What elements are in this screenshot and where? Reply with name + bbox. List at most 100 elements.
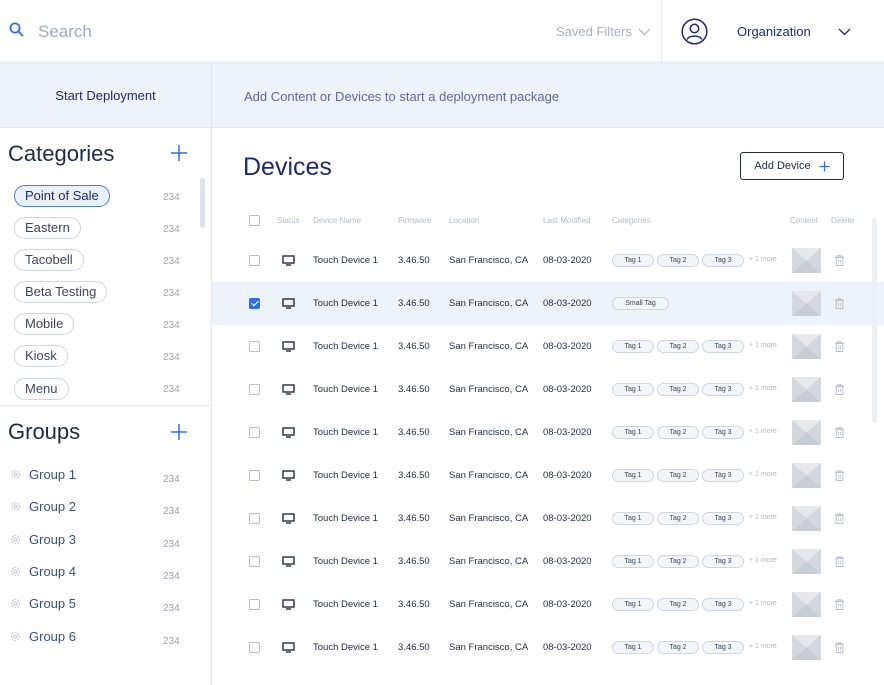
- table-row[interactable]: Touch Device 1 3.46.50 San Francisco, CA 08…: [212, 497, 884, 540]
- column-status[interactable]: Status: [277, 216, 300, 225]
- more-tags-link[interactable]: + 1 more: [749, 643, 777, 650]
- table-row[interactable]: Touch Device 1 3.46.50 San Francisco, CA 08…: [212, 282, 884, 325]
- trash-icon[interactable]: [835, 255, 844, 266]
- row-checkbox[interactable]: [249, 384, 260, 395]
- category-tag[interactable]: Tag 2: [657, 426, 699, 439]
- trash-icon[interactable]: [835, 384, 844, 395]
- user-avatar-icon[interactable]: [681, 18, 708, 45]
- group-item[interactable]: Group 3: [10, 532, 76, 547]
- add-group-plus-icon[interactable]: [169, 422, 189, 442]
- more-tags-link[interactable]: + 1 more: [749, 514, 777, 521]
- row-checkbox[interactable]: [249, 470, 260, 481]
- more-tags-link[interactable]: + 1 more: [749, 557, 777, 564]
- content-thumbnail-icon[interactable]: [792, 248, 821, 273]
- trash-icon[interactable]: [835, 470, 844, 481]
- category-tag[interactable]: Tag 3: [702, 383, 744, 396]
- row-checkbox[interactable]: [249, 642, 260, 653]
- organization-selector[interactable]: Organization: [737, 24, 811, 39]
- add-device-button[interactable]: Add Device: [740, 152, 844, 180]
- category-eastern[interactable]: Eastern: [14, 217, 81, 239]
- group-item[interactable]: Group 2: [10, 499, 76, 514]
- category-tag[interactable]: Tag 1: [612, 426, 654, 439]
- more-tags-link[interactable]: + 1 more: [749, 471, 777, 478]
- search-icon[interactable]: [9, 22, 24, 37]
- group-item[interactable]: Group 1: [10, 467, 76, 482]
- category-tag[interactable]: Tag 2: [657, 641, 699, 654]
- table-row[interactable]: Touch Device 1 3.46.50 San Francisco, CA 08…: [212, 583, 884, 626]
- group-item[interactable]: Group 4: [10, 564, 76, 579]
- more-tags-link[interactable]: + 1 more: [749, 385, 777, 392]
- category-beta-testing[interactable]: Beta Testing: [14, 281, 108, 303]
- content-thumbnail-icon[interactable]: [792, 420, 821, 445]
- category-tag[interactable]: Tag 1: [612, 469, 654, 482]
- more-tags-link[interactable]: + 1 more: [749, 342, 777, 349]
- row-checkbox[interactable]: [249, 556, 260, 567]
- search-input[interactable]: [38, 20, 338, 44]
- category-tag[interactable]: Tag 2: [657, 555, 699, 568]
- trash-icon[interactable]: [835, 513, 844, 524]
- category-tag[interactable]: Tag 1: [612, 383, 654, 396]
- add-category-plus-icon[interactable]: [169, 143, 189, 163]
- group-item[interactable]: Group 5: [10, 596, 76, 611]
- category-tag[interactable]: Tag 2: [657, 340, 699, 353]
- table-row[interactable]: Touch Device 1 3.46.50 San Francisco, CA 08…: [212, 325, 884, 368]
- content-thumbnail-icon[interactable]: [792, 592, 821, 617]
- start-deployment-button[interactable]: Start Deployment: [0, 63, 211, 128]
- row-checkbox[interactable]: [249, 341, 260, 352]
- content-thumbnail-icon[interactable]: [792, 377, 821, 402]
- category-tag[interactable]: Tag 3: [702, 340, 744, 353]
- category-tag[interactable]: Tag 3: [702, 254, 744, 267]
- more-tags-link[interactable]: + 1 more: [749, 256, 777, 263]
- table-row[interactable]: Touch Device 1 3.46.50 San Francisco, CA 08…: [212, 411, 884, 454]
- trash-icon[interactable]: [835, 298, 844, 309]
- category-tag[interactable]: Small Tag: [612, 297, 669, 310]
- category-tag[interactable]: Tag 2: [657, 512, 699, 525]
- column-last-modified[interactable]: Last Modified: [543, 216, 591, 225]
- content-thumbnail-icon[interactable]: [792, 291, 821, 316]
- table-row[interactable]: Touch Device 1 3.46.50 San Francisco, CA 08…: [212, 368, 884, 411]
- category-tag[interactable]: Tag 1: [612, 340, 654, 353]
- category-tag[interactable]: Tag 2: [657, 469, 699, 482]
- column-location[interactable]: Location: [449, 216, 479, 225]
- category-tag[interactable]: Tag 3: [702, 426, 744, 439]
- trash-icon[interactable]: [835, 341, 844, 352]
- table-row[interactable]: Touch Device 1 3.46.50 San Francisco, CA 08…: [212, 239, 884, 282]
- row-checkbox[interactable]: [249, 427, 260, 438]
- row-checkbox[interactable]: [249, 513, 260, 524]
- table-scrollbar[interactable]: [872, 218, 877, 423]
- category-tag[interactable]: Tag 3: [702, 512, 744, 525]
- table-row[interactable]: Touch Device 1 3.46.50 San Francisco, CA 08…: [212, 626, 884, 669]
- category-tag[interactable]: Tag 2: [657, 383, 699, 396]
- chevron-down-icon[interactable]: [838, 28, 851, 36]
- category-tag[interactable]: Tag 3: [702, 469, 744, 482]
- select-all-checkbox[interactable]: [249, 215, 260, 226]
- content-thumbnail-icon[interactable]: [792, 506, 821, 531]
- category-tag[interactable]: Tag 1: [612, 254, 654, 267]
- category-tag[interactable]: Tag 2: [657, 598, 699, 611]
- category-tag[interactable]: Tag 1: [612, 641, 654, 654]
- column-categories[interactable]: Categories: [612, 216, 651, 225]
- saved-filters-dropdown[interactable]: Saved Filters: [556, 24, 651, 39]
- column-delete[interactable]: Delete: [831, 216, 854, 225]
- categories-scrollbar[interactable]: [200, 178, 205, 228]
- trash-icon[interactable]: [835, 642, 844, 653]
- table-row[interactable]: Touch Device 1 3.46.50 San Francisco, CA 08…: [212, 540, 884, 583]
- row-checkbox[interactable]: [249, 599, 260, 610]
- column-firmware[interactable]: Firmware: [398, 216, 431, 225]
- category-menu[interactable]: Menu: [14, 378, 69, 400]
- trash-icon[interactable]: [835, 427, 844, 438]
- row-checkbox[interactable]: [249, 298, 260, 309]
- trash-icon[interactable]: [835, 599, 844, 610]
- content-thumbnail-icon[interactable]: [792, 334, 821, 359]
- row-checkbox[interactable]: [249, 255, 260, 266]
- category-tag[interactable]: Tag 1: [612, 512, 654, 525]
- category-point-of-sale[interactable]: Point of Sale: [14, 185, 110, 207]
- column-content[interactable]: Content: [790, 216, 818, 225]
- category-tacobell[interactable]: Tacobell: [14, 249, 84, 271]
- category-tag[interactable]: Tag 3: [702, 555, 744, 568]
- category-tag[interactable]: Tag 1: [612, 555, 654, 568]
- content-thumbnail-icon[interactable]: [792, 549, 821, 574]
- category-tag[interactable]: Tag 2: [657, 254, 699, 267]
- table-row[interactable]: Touch Device 1 3.46.50 San Francisco, CA 08…: [212, 454, 884, 497]
- more-tags-link[interactable]: + 1 more: [749, 600, 777, 607]
